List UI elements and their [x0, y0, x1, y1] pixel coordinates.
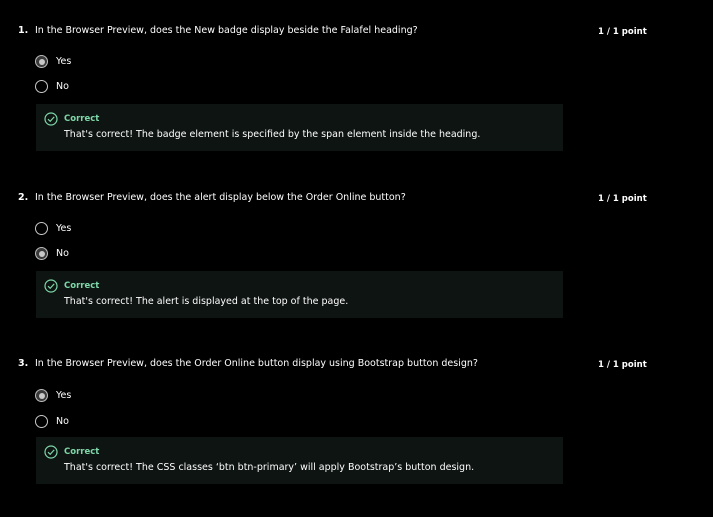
question-text: In the Browser Preview, does the New bad… — [35, 25, 418, 36]
feedback-text: That's correct! The CSS classes ‘btn btn… — [64, 462, 475, 473]
question-1: 1. In the Browser Preview, does the New … — [0, 24, 713, 184]
check-circle-icon — [44, 112, 58, 126]
feedback-box: Correct That's correct! The alert is dis… — [36, 271, 563, 318]
feedback-text: That's correct! The badge element is spe… — [64, 129, 481, 140]
option-label: Yes — [56, 56, 72, 67]
radio-button[interactable] — [35, 222, 48, 235]
question-text: In the Browser Preview, does the Order O… — [35, 358, 478, 369]
option-label: No — [56, 416, 69, 427]
feedback-box: Correct That's correct! The CSS classes … — [36, 437, 563, 484]
feedback-status: Correct — [64, 447, 100, 457]
feedback-status: Correct — [64, 281, 100, 291]
radio-button-selected[interactable] — [35, 247, 48, 260]
feedback-text: That's correct! The alert is displayed a… — [64, 296, 349, 307]
feedback-box: Correct That's correct! The badge elemen… — [36, 104, 563, 151]
option-label: Yes — [56, 390, 72, 401]
option-label: No — [56, 248, 69, 259]
check-circle-icon — [44, 279, 58, 293]
question-3: 3. In the Browser Preview, does the Orde… — [0, 357, 713, 517]
check-circle-icon — [44, 445, 58, 459]
question-points: 1 / 1 point — [598, 194, 647, 204]
question-text: In the Browser Preview, does the alert d… — [35, 192, 406, 203]
question-2: 2. In the Browser Preview, does the aler… — [0, 191, 713, 351]
radio-button-selected[interactable] — [35, 389, 48, 402]
feedback-status: Correct — [64, 114, 100, 124]
radio-button-selected[interactable] — [35, 55, 48, 68]
option-label: No — [56, 81, 69, 92]
question-points: 1 / 1 point — [598, 360, 647, 370]
question-number: 1. — [18, 25, 29, 36]
radio-button[interactable] — [35, 415, 48, 428]
question-points: 1 / 1 point — [598, 27, 647, 37]
radio-button[interactable] — [35, 80, 48, 93]
option-label: Yes — [56, 223, 72, 234]
question-number: 2. — [18, 192, 29, 203]
question-number: 3. — [18, 358, 29, 369]
